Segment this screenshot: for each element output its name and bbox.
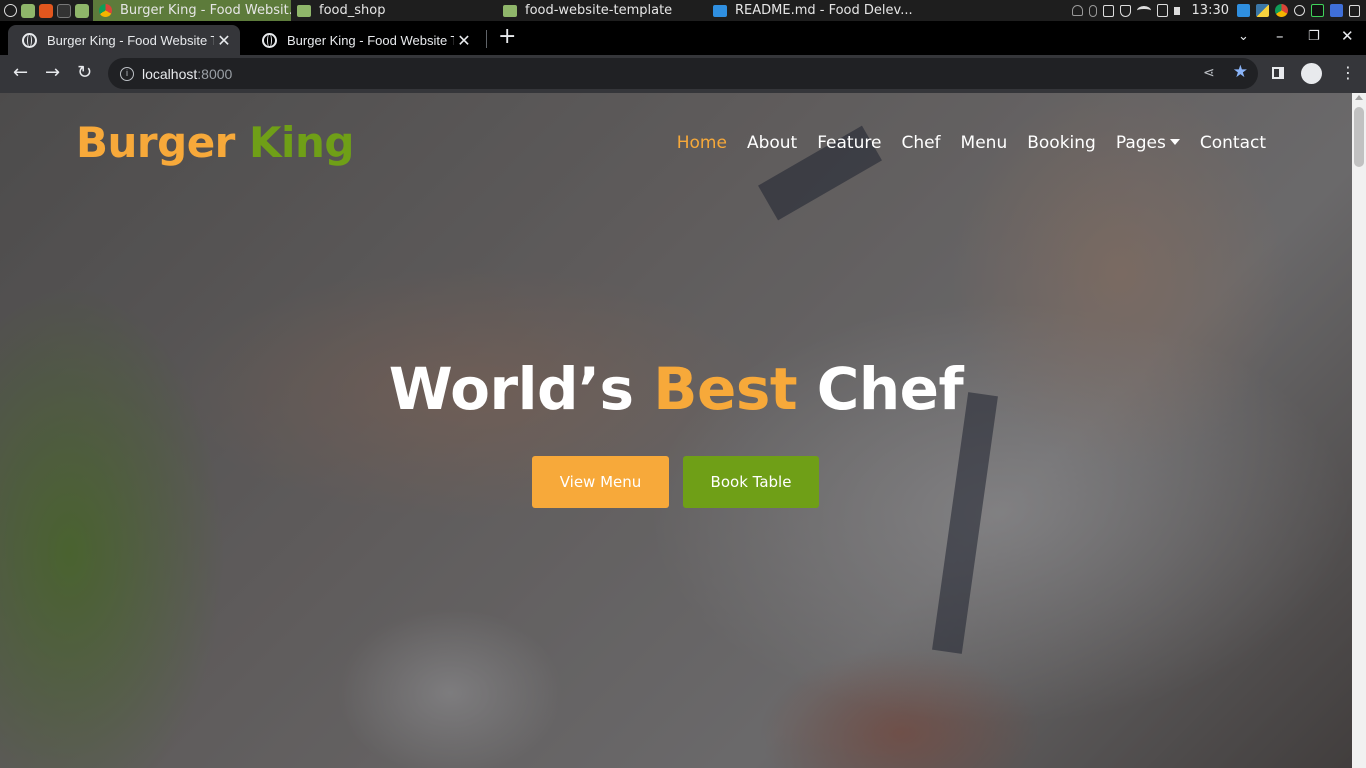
battery-icon[interactable] — [1156, 4, 1168, 17]
scroll-up-arrow[interactable] — [1355, 95, 1363, 100]
taskbar-item-label: README.md - Food Delev... — [735, 3, 913, 18]
close-tab-icon[interactable]: ✕ — [454, 31, 474, 50]
browser-launcher-icon[interactable] — [39, 3, 53, 18]
brand-logo[interactable]: Burger King — [76, 118, 354, 167]
hero-title-part: World’s — [388, 355, 634, 423]
side-panel-icon[interactable] — [1272, 67, 1284, 79]
taskbar-item-label: Burger King - Food Websit... — [120, 3, 291, 18]
tab-separator — [486, 30, 487, 48]
brand-word-2: King — [249, 118, 354, 167]
main-nav: Home About Feature Chef Menu Booking Pag… — [657, 133, 1266, 153]
tab-title: Burger King - Food Website Te — [287, 32, 454, 48]
os-top-panel: Burger King - Food Websit... food_shop f… — [0, 0, 1366, 21]
volume-icon[interactable] — [1173, 6, 1184, 15]
taskbar-item-label: food-website-template — [525, 3, 673, 18]
reload-button[interactable]: ↻ — [77, 63, 92, 83]
notifications-muted-icon[interactable] — [1071, 5, 1083, 16]
chrome-icon — [99, 4, 112, 17]
page-scrollbar[interactable] — [1352, 93, 1366, 768]
file-manager-icon[interactable] — [21, 3, 35, 18]
browser-tab-strip: Burger King - Food Website Te ✕ Burger K… — [0, 21, 1366, 55]
new-tab-button[interactable]: + — [498, 26, 516, 48]
minimize-button[interactable]: – — [1276, 27, 1284, 45]
globe-icon — [262, 32, 277, 48]
vscode-icon — [713, 4, 727, 17]
browser-tab-active[interactable]: Burger King - Food Website Te ✕ — [8, 25, 240, 55]
wifi-icon[interactable] — [1136, 6, 1151, 15]
terminal-icon[interactable] — [57, 3, 71, 18]
nav-item-home[interactable]: Home — [677, 133, 727, 153]
site-info-icon[interactable]: i — [120, 66, 134, 81]
chrome-tray-icon[interactable] — [1275, 4, 1288, 17]
brand-word-1: Burger — [76, 118, 235, 167]
url-port: :8000 — [197, 65, 233, 82]
clock[interactable]: 13:30 — [1192, 3, 1229, 18]
taskbar-item-label: food_shop — [319, 3, 386, 18]
taskbar-item-food-shop[interactable]: food_shop — [291, 0, 493, 21]
hero-title-part: Chef — [816, 355, 964, 423]
vscode-tray-icon[interactable] — [1237, 4, 1250, 17]
browser-toolbar: ← → ↻ i localhost:8000 ⋖ ★ ⋮ — [0, 55, 1366, 93]
nav-item-chef[interactable]: Chef — [901, 133, 940, 153]
python-icon[interactable] — [1256, 4, 1269, 17]
nav-item-about[interactable]: About — [747, 133, 797, 153]
profile-avatar-icon[interactable] — [1301, 63, 1322, 84]
hero-title-accent: Best — [653, 355, 798, 423]
nav-item-feature[interactable]: Feature — [817, 133, 881, 153]
nav-item-menu[interactable]: Menu — [961, 133, 1008, 153]
caret-down-icon — [1169, 138, 1180, 145]
scrollbar-thumb[interactable] — [1354, 107, 1364, 167]
pycharm-icon[interactable] — [1311, 4, 1324, 17]
close-tab-icon[interactable]: ✕ — [214, 31, 234, 50]
browser-tab[interactable]: Burger King - Food Website Te ✕ — [248, 25, 480, 55]
restore-button[interactable]: ❐ — [1308, 29, 1320, 44]
clipboard-icon[interactable] — [1102, 4, 1114, 17]
bookmark-star-icon[interactable]: ★ — [1233, 64, 1248, 81]
address-bar[interactable]: i localhost:8000 ⋖ ★ — [108, 58, 1258, 89]
taskbar-item-chrome[interactable]: Burger King - Food Websit... — [93, 0, 291, 21]
hero-title: World’s Best Chef — [0, 355, 1352, 423]
view-menu-button[interactable]: View Menu — [532, 456, 669, 508]
taskbar-item-food-website-template[interactable]: food-website-template — [497, 0, 699, 21]
bluetooth-icon[interactable] — [1088, 4, 1097, 17]
app-menu-icon[interactable] — [4, 4, 17, 17]
nav-item-contact[interactable]: Contact — [1200, 133, 1266, 153]
nav-item-booking[interactable]: Booking — [1027, 133, 1096, 153]
close-window-button[interactable]: ✕ — [1341, 27, 1354, 45]
globe-icon — [22, 32, 37, 48]
tab-search-icon[interactable]: ⌄ — [1238, 29, 1249, 44]
shield-icon[interactable] — [1119, 4, 1131, 17]
clipboard-manager-icon[interactable] — [1349, 4, 1360, 17]
nav-item-pages-label: Pages — [1115, 133, 1166, 153]
back-button[interactable]: ← — [13, 63, 28, 83]
forward-button[interactable]: → — [45, 63, 60, 83]
menu-kebab-icon[interactable]: ⋮ — [1340, 63, 1356, 82]
download-icon[interactable] — [1330, 4, 1343, 17]
tab-title: Burger King - Food Website Te — [47, 32, 214, 48]
folder-icon — [503, 4, 517, 17]
nav-item-pages[interactable]: Pages — [1116, 133, 1180, 153]
url-host: localhost — [142, 65, 198, 82]
folder-icon[interactable] — [75, 3, 89, 18]
hero-overlay — [0, 93, 1352, 768]
book-table-button[interactable]: Book Table — [683, 456, 819, 508]
taskbar-item-vscode[interactable]: README.md - Food Delev... — [707, 0, 919, 21]
share-icon[interactable]: ⋖ — [1203, 65, 1215, 81]
sync-icon[interactable] — [1294, 5, 1305, 16]
folder-icon — [297, 4, 311, 17]
hero-section: Burger King Home About Feature Chef Menu… — [0, 93, 1352, 768]
